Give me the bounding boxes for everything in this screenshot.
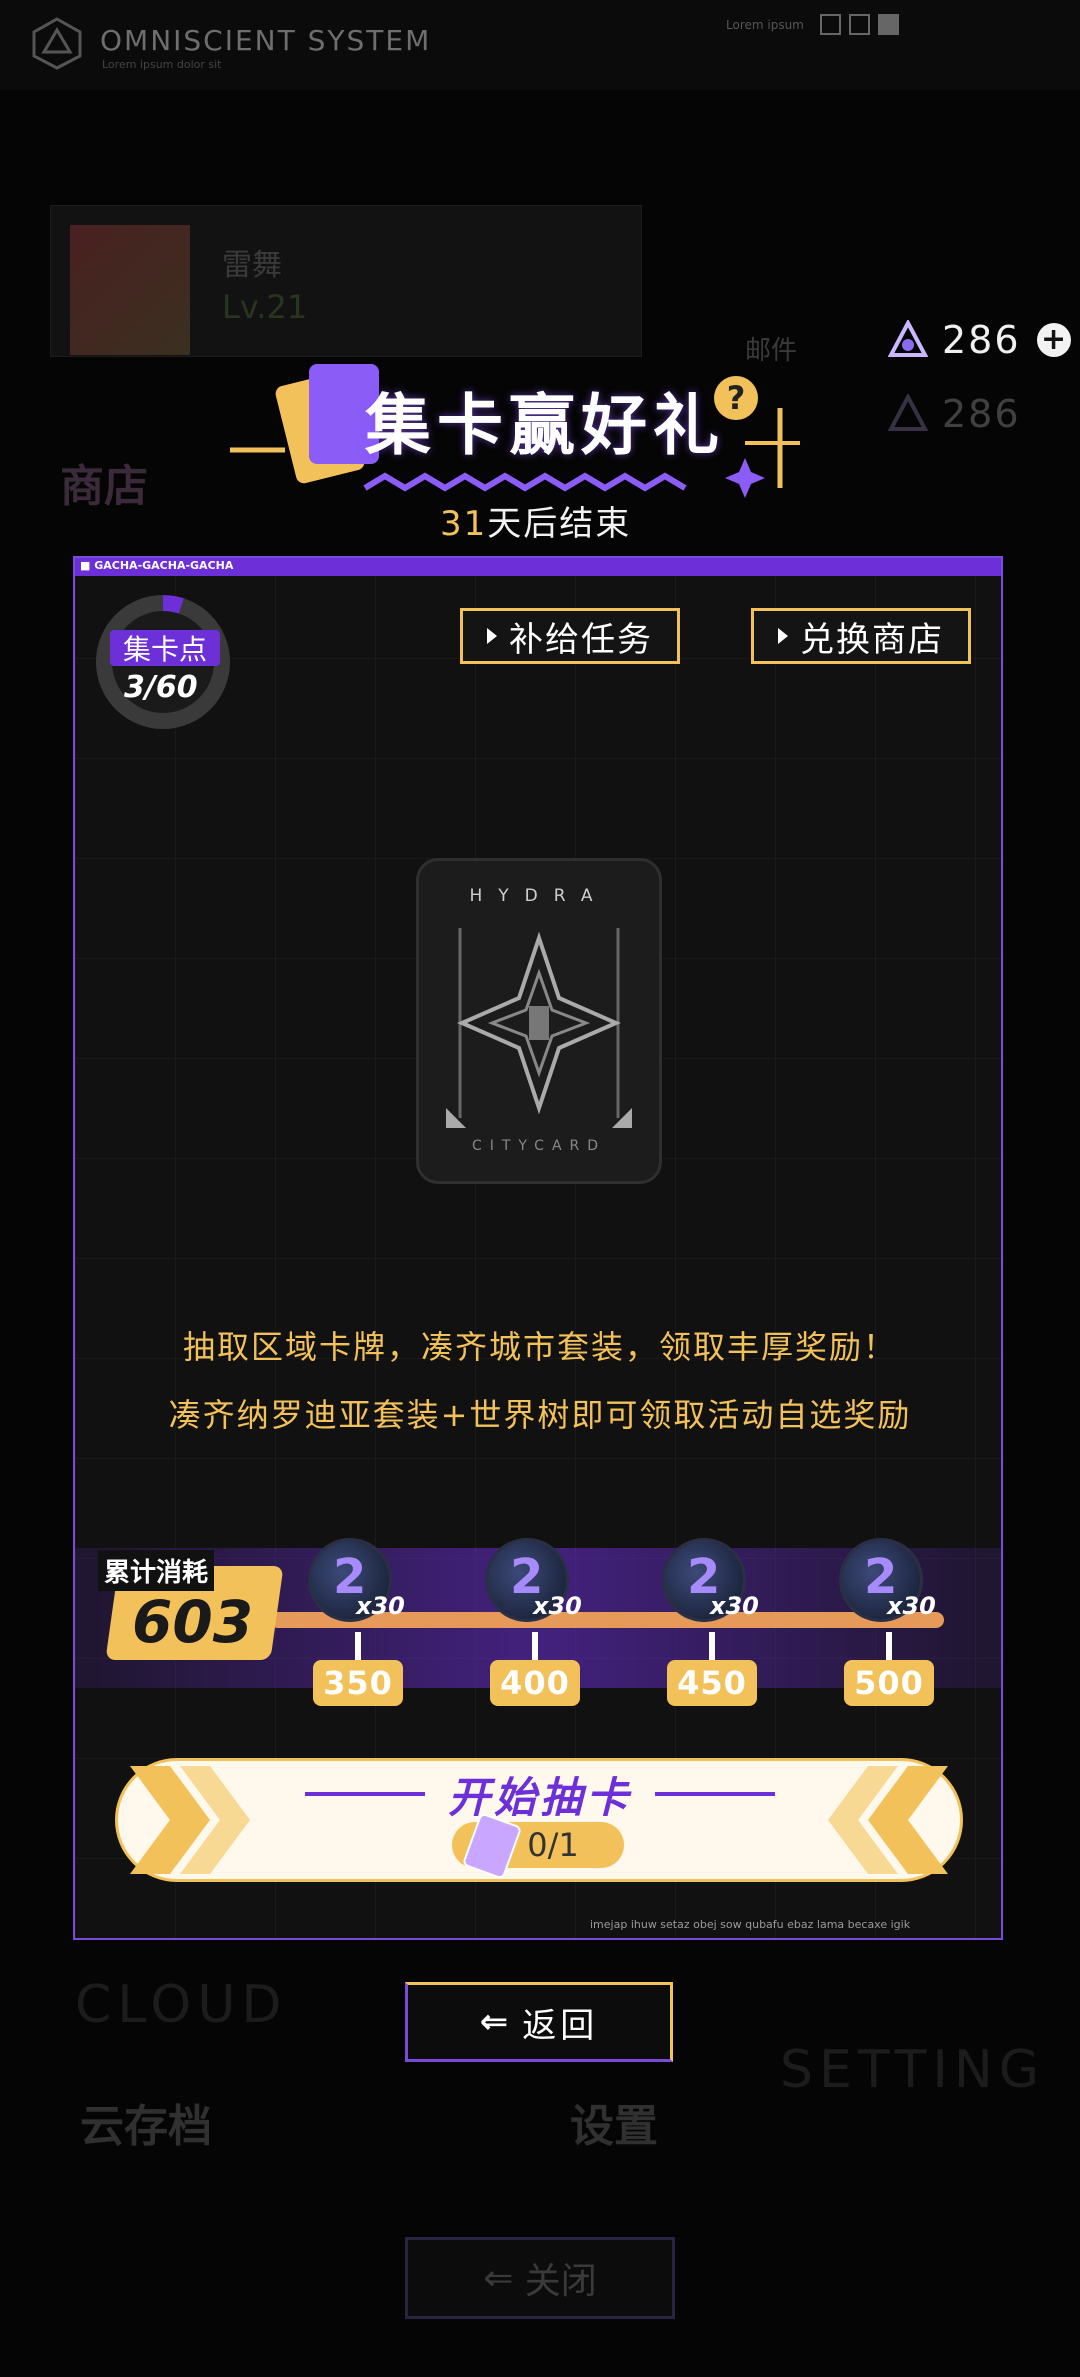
- settings-label: 设置: [570, 2101, 658, 2152]
- add-currency-button[interactable]: +: [1036, 322, 1071, 357]
- reward-threshold: 350: [313, 1660, 403, 1706]
- reward-stem: [709, 1632, 715, 1660]
- play-arrow-icon: [487, 628, 497, 644]
- reward-stem: [355, 1632, 361, 1660]
- exchange-shop-label: 兑换商店: [800, 619, 944, 660]
- event-countdown: 31天后结束: [440, 496, 631, 545]
- question-icon[interactable]: ?: [714, 376, 758, 420]
- reward-item[interactable]: 2 x30 400: [485, 1538, 582, 1706]
- back-label: 返回: [522, 2005, 599, 2046]
- reward-item[interactable]: 2 x30 350: [308, 1538, 405, 1706]
- reward-quantity: x30: [887, 1592, 936, 1620]
- reward-threshold: 400: [490, 1660, 580, 1706]
- gem-icon: [888, 320, 928, 357]
- top-lorem-text: Lorem ipsum: [726, 18, 804, 32]
- gacha-panel: [73, 556, 1003, 1940]
- card-emblem-icon: [446, 928, 632, 1128]
- close-label: 关闭: [524, 2261, 597, 2302]
- currency-ghost: 286: [888, 392, 1021, 436]
- panel-footer-text: imejap ihuw setaz obej sow qubafu ebaz l…: [590, 1918, 911, 1931]
- reward-threshold: 450: [667, 1660, 757, 1706]
- card-top-text: HYDRA: [469, 886, 609, 906]
- cloud-en-label: CLOUD: [75, 1975, 288, 2035]
- reward-item[interactable]: 2 x30 450: [662, 1538, 759, 1706]
- setting-en-label: SETTING: [780, 2040, 1046, 2100]
- panel-header-label: GACHA-GACHA-GACHA: [94, 559, 234, 572]
- reward-quantity: x30: [356, 1592, 405, 1620]
- event-title: 集卡赢好礼: [365, 387, 725, 464]
- start-draw-label: 开始抽卡: [447, 1773, 632, 1822]
- reward-quantity: x30: [710, 1592, 759, 1620]
- currency-ghost-value: 286: [942, 392, 1021, 436]
- currency-display: 286 +: [888, 318, 1071, 362]
- system-subtitle: Lorem ipsum dolor sit: [102, 58, 222, 71]
- reward-stem: [532, 1632, 538, 1660]
- back-arrow-icon: ⇐: [483, 2257, 525, 2299]
- profile-level: Lv.21: [222, 288, 308, 326]
- back-button[interactable]: ⇐ 返回: [405, 1982, 673, 2062]
- window-control-icons: [820, 14, 907, 39]
- exchange-shop-button[interactable]: 兑换商店: [751, 608, 971, 664]
- cloud-save-label: 云存档: [80, 2101, 212, 2152]
- currency-value: 286: [942, 318, 1021, 362]
- days-suffix: 天后结束: [487, 504, 632, 544]
- points-label: 集卡点: [110, 630, 220, 666]
- plus-icon: +: [1040, 322, 1067, 357]
- gem-icon: [888, 394, 928, 431]
- card-bottom-text: CITYCARD: [471, 1138, 607, 1154]
- back-icon: ⇐: [479, 2002, 513, 2042]
- cumulative-label: 累计消耗: [98, 1550, 215, 1591]
- days-left: 31: [440, 504, 488, 544]
- play-arrow-icon: [778, 628, 788, 644]
- description-line-1: 抽取区域卡牌，凑齐城市套装，领取丰厚奖励！: [182, 1328, 897, 1366]
- cumulative-value: 603: [132, 1588, 254, 1656]
- avatar: [70, 225, 190, 355]
- reward-quantity: x30: [533, 1592, 582, 1620]
- profile-name: 雷舞: [222, 248, 282, 283]
- system-logo-icon: [32, 17, 82, 70]
- system-title: OMNISCIENT SYSTEM: [100, 24, 432, 57]
- reward-stem: [886, 1632, 892, 1660]
- panel-header-text: ■ GACHA-GACHA-GACHA: [80, 559, 234, 572]
- description-line-2: 凑齐纳罗迪亚套装+世界树即可领取活动自选奖励: [168, 1396, 912, 1434]
- reward-threshold: 500: [844, 1660, 934, 1706]
- close-button: ⇐ 关闭: [405, 2237, 675, 2319]
- reward-item[interactable]: 2 x30 500: [839, 1538, 936, 1706]
- draw-count-value: 0/1: [527, 1826, 579, 1864]
- supply-task-label: 补给任务: [509, 619, 653, 660]
- shop-label: 商店: [60, 461, 148, 512]
- points-value: 3/60: [124, 670, 198, 705]
- supply-task-button[interactable]: 补给任务: [460, 608, 680, 664]
